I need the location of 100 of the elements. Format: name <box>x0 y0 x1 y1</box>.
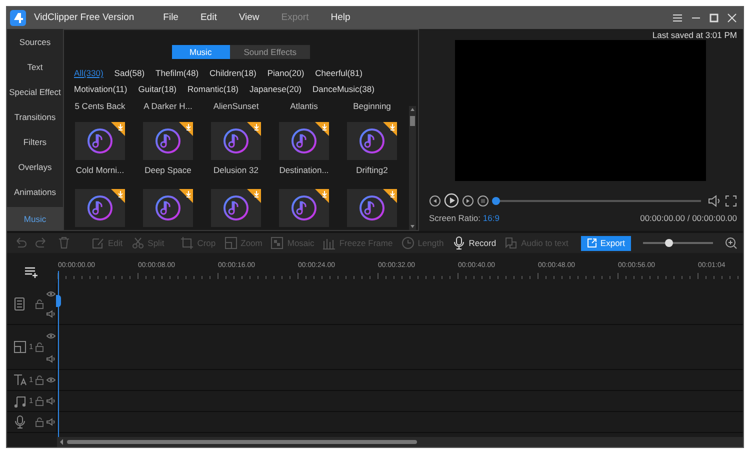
download-badge-icon <box>179 188 193 203</box>
sidebar-item[interactable]: Transitions <box>7 105 63 130</box>
tab[interactable]: Sound Effects <box>230 45 310 59</box>
previous-frame-icon[interactable] <box>429 194 441 206</box>
lock-icon[interactable] <box>35 417 44 427</box>
lock-icon[interactable] <box>35 342 44 352</box>
eye-icon[interactable] <box>46 290 56 298</box>
music-thumbnail[interactable] <box>279 188 329 227</box>
speaker-icon[interactable] <box>46 418 56 426</box>
menu-item[interactable]: Edit <box>193 10 224 26</box>
track-name: A Darker H... <box>144 100 192 113</box>
sidebar-item[interactable]: Animations <box>7 180 63 205</box>
category-link[interactable]: Japanese(20) <box>250 83 302 95</box>
stop-icon[interactable] <box>477 194 489 206</box>
speaker-icon[interactable] <box>46 397 56 405</box>
maximize-icon[interactable] <box>709 13 719 23</box>
volume-icon[interactable] <box>708 194 722 206</box>
music-note-icon <box>13 394 27 408</box>
music-note-icon <box>87 128 113 154</box>
speaker-icon[interactable] <box>46 310 56 318</box>
menu-item[interactable]: Help <box>324 10 358 26</box>
music-thumbnail[interactable] <box>347 188 397 227</box>
download-badge-icon <box>179 122 193 136</box>
music-thumbnail[interactable] <box>143 188 193 227</box>
lock-icon[interactable] <box>35 375 44 385</box>
microphone-icon <box>13 415 27 429</box>
speaker-icon[interactable] <box>46 354 56 362</box>
fullscreen-icon[interactable] <box>725 194 737 206</box>
bars-icon <box>322 236 336 250</box>
download-badge-icon <box>247 122 261 136</box>
menu-item[interactable]: File <box>156 10 186 26</box>
play-icon[interactable] <box>444 193 459 208</box>
window-title: VidClipper Free Version <box>34 10 134 25</box>
tool-button[interactable]: Record <box>452 236 496 250</box>
download-badge-icon <box>383 188 397 203</box>
menu-icon[interactable] <box>672 13 683 23</box>
lock-icon[interactable] <box>35 298 44 308</box>
track-name: Beginning <box>353 100 391 113</box>
eye-icon[interactable] <box>46 376 56 384</box>
scissors-icon <box>130 236 145 250</box>
ratio-value[interactable]: 16:9 <box>482 213 500 223</box>
track-name: Cold Morni... <box>76 164 124 177</box>
clock-icon <box>400 236 415 250</box>
tab[interactable]: Music <box>172 45 230 59</box>
music-thumbnail[interactable] <box>279 122 329 160</box>
music-note-icon <box>291 194 317 221</box>
sidebar-item[interactable]: Music <box>7 207 63 231</box>
track-name: Atlantis <box>290 100 318 113</box>
sidebar-item[interactable]: Text <box>7 55 63 80</box>
category-link[interactable]: Children(18) <box>210 67 256 79</box>
mosaic-icon <box>270 236 284 250</box>
lock-icon[interactable] <box>35 396 44 406</box>
slider-thumb[interactable] <box>492 196 500 204</box>
music-thumbnail[interactable] <box>75 122 125 160</box>
sidebar-item[interactable]: Sources <box>7 30 63 55</box>
category-link[interactable]: Sad(58) <box>114 67 145 79</box>
export-button[interactable]: Export <box>581 236 631 250</box>
zoom-frame-icon <box>224 236 238 250</box>
music-note-icon <box>359 128 385 154</box>
close-icon[interactable] <box>727 13 737 23</box>
slider-thumb[interactable] <box>664 239 673 247</box>
time-display: 00:00:00.00 / 00:00:00.00 <box>640 212 737 225</box>
sidebar-item[interactable]: Overlays <box>7 155 63 180</box>
zoom-in-icon[interactable] <box>725 237 737 249</box>
menu-item[interactable]: View <box>232 10 266 26</box>
playhead-handle[interactable] <box>56 295 61 307</box>
track-name: Drifting2 <box>356 164 388 177</box>
download-badge-icon <box>315 122 329 136</box>
film-icon <box>13 296 27 310</box>
music-note-icon <box>359 194 385 221</box>
category-link[interactable]: Motivation(11) <box>74 83 128 95</box>
microphone-icon <box>452 236 466 250</box>
sidebar-item[interactable]: Filters <box>7 130 63 155</box>
category-link[interactable]: Romantic(18) <box>188 83 239 95</box>
sidebar-item[interactable]: Special Effect <box>7 80 63 105</box>
crop-icon <box>180 236 194 250</box>
download-badge-icon <box>383 122 397 136</box>
music-note-icon <box>87 194 113 221</box>
music-thumbnail[interactable] <box>347 122 397 160</box>
category-link[interactable]: All(330) <box>74 67 104 79</box>
category-link[interactable]: Thefilm(48) <box>156 67 199 79</box>
track-name: Deep Space <box>144 164 192 177</box>
category-link[interactable]: DanceMusic(38) <box>312 83 374 95</box>
text-icon <box>13 373 27 387</box>
eye-icon[interactable] <box>46 332 56 340</box>
download-badge-icon <box>247 188 261 203</box>
next-frame-icon[interactable] <box>462 194 474 206</box>
music-thumbnail[interactable] <box>143 122 193 160</box>
category-link[interactable]: Cheerful(81) <box>315 67 362 79</box>
track-name: 5 Cents Back <box>74 100 126 113</box>
ratio-label: Screen Ratio: <box>429 213 480 223</box>
category-link[interactable]: Guitar(18) <box>138 83 176 95</box>
category-link[interactable]: Piano(20) <box>267 67 304 79</box>
music-note-icon <box>155 194 181 221</box>
music-thumbnail[interactable] <box>211 188 261 227</box>
music-note-icon <box>223 194 249 221</box>
add-track-icon[interactable] <box>25 266 39 278</box>
track-name: Delusion 32 <box>214 164 258 177</box>
music-thumbnail[interactable] <box>211 122 261 160</box>
music-thumbnail[interactable] <box>75 188 125 227</box>
